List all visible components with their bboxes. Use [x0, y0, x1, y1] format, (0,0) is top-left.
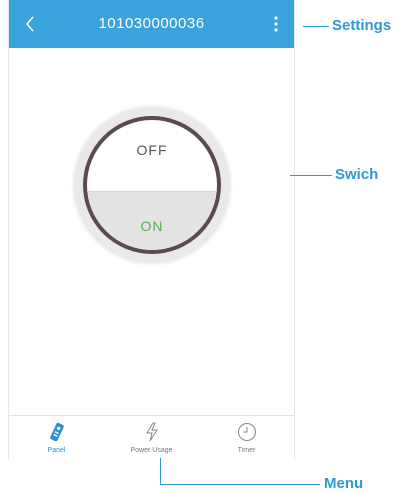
- menu-callout: Menu: [324, 475, 364, 492]
- tab-timer-label: Timer: [237, 447, 256, 454]
- tab-panel-label: Panel: [47, 447, 66, 454]
- phone-screen: 101030000036 OFF ON Panel Power Usage Ti…: [8, 0, 295, 460]
- settings-callout-line: [303, 26, 329, 27]
- power-switch[interactable]: OFF ON: [74, 107, 230, 263]
- switch-callout-line: [290, 175, 332, 176]
- clock-icon: [237, 423, 256, 441]
- page-title: 101030000036: [98, 15, 205, 32]
- switch-toggle[interactable]: OFF ON: [83, 116, 221, 254]
- tab-power-usage[interactable]: Power Usage: [104, 416, 199, 460]
- settings-callout: Settings: [332, 17, 392, 34]
- bottom-tab-bar: Panel Power Usage Timer: [9, 415, 294, 460]
- tab-power-usage-label: Power Usage: [130, 447, 173, 454]
- tab-panel[interactable]: Panel: [9, 416, 104, 460]
- tab-timer[interactable]: Timer: [199, 416, 294, 460]
- switch-on-label: ON: [140, 218, 164, 234]
- remote-icon: [49, 422, 64, 442]
- more-vertical-icon: [274, 16, 278, 32]
- switch-callout: Swich: [335, 166, 379, 183]
- menu-callout-vline: [160, 458, 161, 484]
- lightning-icon: [145, 422, 158, 442]
- header-bar: 101030000036: [9, 0, 294, 48]
- switch-off-label: OFF: [136, 142, 168, 158]
- settings-menu-button[interactable]: [264, 0, 288, 48]
- menu-callout-hline: [160, 484, 320, 485]
